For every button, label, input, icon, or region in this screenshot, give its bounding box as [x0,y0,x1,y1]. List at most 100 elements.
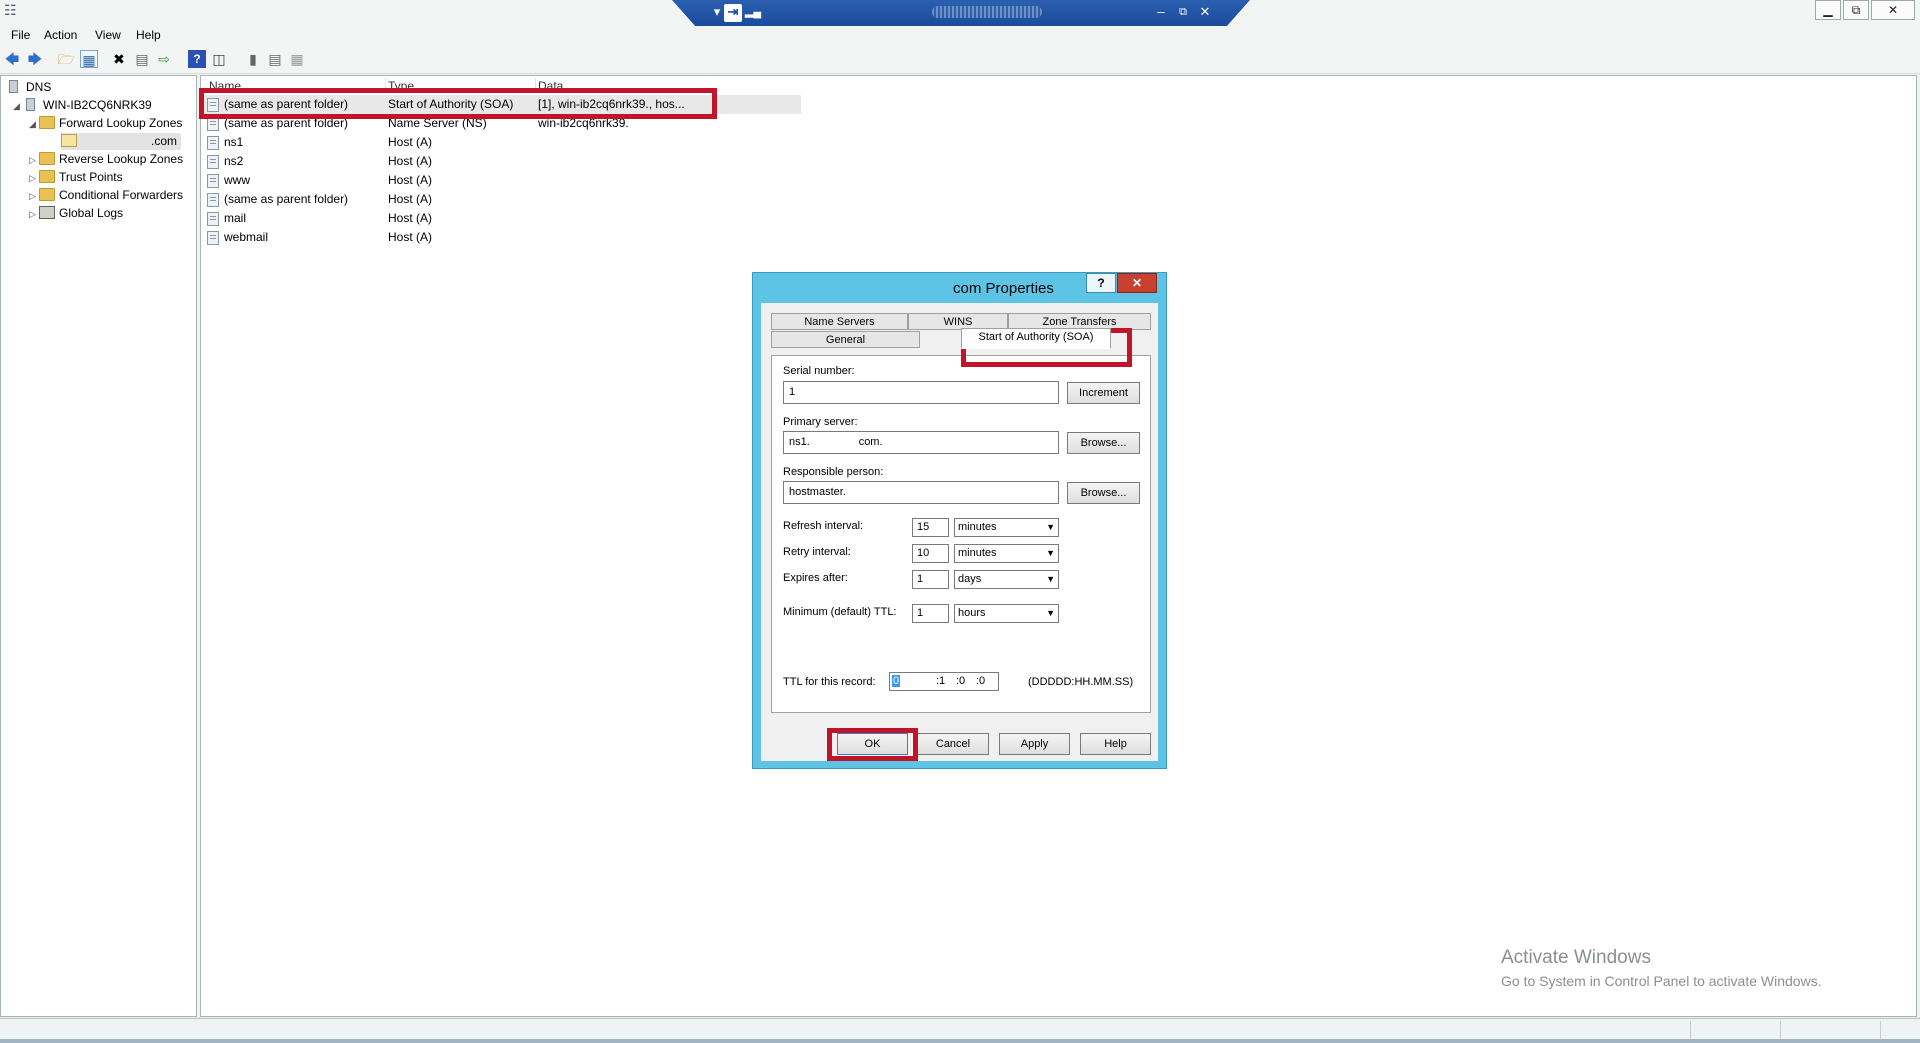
record-type: Host (A) [388,211,433,225]
retry-unit-select[interactable]: minutes ▼ [954,544,1059,563]
logs-icon [39,206,55,219]
refresh-interval-label: Refresh interval: [783,520,864,532]
menu-help[interactable]: Help [136,28,161,42]
retry-interval-label: Retry interval: [783,546,851,558]
record-row[interactable]: ns2 Host (A) [201,152,801,171]
minimum-ttl-unit-select[interactable]: hours ▼ [954,604,1059,623]
record-row[interactable]: www Host (A) [201,171,801,190]
record-row[interactable]: webmail Host (A) [201,228,801,247]
ttl-hours: :1 [936,675,946,687]
refresh-unit-select[interactable]: minutes ▼ [954,518,1059,537]
browse-primary-button[interactable]: Browse... [1067,432,1140,454]
record-row[interactable]: mail Host (A) [201,209,801,228]
rdp-restore-button[interactable]: ⧉ [1174,4,1192,22]
record-type: Host (A) [388,230,433,244]
record-icon [207,136,219,150]
properties-icon[interactable]: ▤ [133,50,151,68]
increment-button[interactable]: Increment [1067,382,1140,404]
primary-server-field[interactable]: ns1. com. [783,431,1059,454]
cancel-button[interactable]: Cancel [917,733,989,755]
status-divider [1780,1021,1781,1039]
forward-icon[interactable]: 🡆 [26,50,44,68]
folder-icon [39,188,55,201]
record-icon [207,117,219,131]
soa-tab-page: Serial number: 1 Increment Primary serve… [771,355,1151,713]
ttl-record-field[interactable]: 0 :1 :0 :0 [889,672,999,691]
expanded-arrow-icon[interactable]: ◢ [13,98,23,115]
chevron-down-icon: ▼ [1046,608,1055,618]
tab-general[interactable]: General [771,331,920,348]
window-minimize-button[interactable]: ▁ [1815,0,1841,20]
record-type: Host (A) [388,173,433,187]
tree-item-dns[interactable]: DNS [9,79,51,96]
dns-app-icon: ☷ [4,2,17,18]
responsible-person-label: Responsible person: [783,466,884,478]
menu-file[interactable]: File [11,28,30,42]
console-tree: DNS ◢ WIN-IB2CQ6NRK39 ◢ Forward Lookup Zon… [0,75,197,1017]
record-type: Host (A) [388,154,433,168]
dialog-body: Name Servers WINS Zone Transfers General… [761,303,1158,761]
back-icon[interactable]: 🡄 [3,50,21,68]
primary-server-label: Primary server: [783,416,858,428]
records-icon[interactable]: ▤ [266,50,284,68]
record-row[interactable]: (same as parent folder) Host (A) [201,190,801,209]
refresh-interval-value[interactable]: 15 [912,518,949,537]
expires-after-label: Expires after: [783,572,848,584]
retry-interval-value[interactable]: 10 [912,544,949,563]
tab-name-servers[interactable]: Name Servers [771,313,908,330]
window-restore-button[interactable]: ⧉ [1843,0,1869,20]
apply-button[interactable]: Apply [999,733,1070,755]
folder-icon [39,152,55,165]
rdp-minimize-button[interactable]: – [1152,4,1170,22]
show-hide-tree-icon[interactable]: ▦ [80,50,98,68]
ttl-format-hint: (DDDDD:HH.MM.SS) [1028,676,1134,688]
tree-label: Reverse Lookup Zones [59,152,184,166]
rdp-connection-name [932,6,1042,18]
rdp-pin-icon[interactable]: ⇥ [724,4,742,22]
window-close-button[interactable]: ✕ [1871,0,1915,20]
dialog-close-button[interactable]: ✕ [1117,273,1157,293]
tree-item-global-logs[interactable]: ▷ Global Logs [29,205,123,222]
help-icon[interactable]: ? [188,50,206,68]
record-name: www [224,173,250,187]
serial-number-field[interactable]: 1 [783,381,1059,404]
rdp-close-button[interactable]: ✕ [1196,4,1214,22]
dialog-title-bar[interactable]: com Properties ? ✕ [753,273,1166,301]
collapsed-arrow-icon[interactable]: ▷ [29,206,39,223]
export-list-icon[interactable]: ⇨ [155,50,173,68]
server-icon[interactable]: ▮ [244,50,262,68]
dialog-help-button[interactable]: ? [1086,273,1116,293]
serial-label: Serial number: [783,365,855,377]
folder-icon [39,116,55,129]
filter-icon[interactable]: ▦ [288,50,306,68]
menu-view[interactable]: View [95,28,121,42]
expanded-arrow-icon[interactable]: ◢ [29,116,39,133]
collapsed-arrow-icon[interactable]: ▷ [29,188,39,205]
tab-soa[interactable]: Start of Authority (SOA) [961,328,1111,349]
tree-item-forward-zones[interactable]: ◢ Forward Lookup Zones [29,115,182,132]
responsible-person-field[interactable]: hostmaster. [783,481,1059,504]
browse-responsible-button[interactable]: Browse... [1067,482,1140,504]
tree-item-reverse-zones[interactable]: ▷ Reverse Lookup Zones [29,151,183,168]
collapsed-arrow-icon[interactable]: ▷ [29,170,39,187]
record-row[interactable]: ns1 Host (A) [201,133,801,152]
collapsed-arrow-icon[interactable]: ▷ [29,152,39,169]
minimum-ttl-value[interactable]: 1 [912,604,949,623]
tree-item-zone[interactable]: .com [61,133,181,150]
help-button[interactable]: Help [1080,733,1151,755]
menu-action[interactable]: Action [44,28,77,42]
record-type: Host (A) [388,135,433,149]
select-value: hours [958,607,986,619]
record-icon [207,155,219,169]
mmc-console-icon[interactable]: ◫ [210,50,228,68]
tree-item-server[interactable]: ◢ WIN-IB2CQ6NRK39 [13,97,152,114]
tree-item-trust-points[interactable]: ▷ Trust Points [29,169,123,186]
highlight-soa-record [199,88,717,119]
expires-unit-select[interactable]: days ▼ [954,570,1059,589]
tree-item-conditional-forwarders[interactable]: ▷ Conditional Forwarders [29,187,183,204]
expires-after-value[interactable]: 1 [912,570,949,589]
up-folder-icon[interactable]: 🗁 [57,50,75,68]
select-value: days [958,573,982,585]
delete-icon[interactable]: ✖ [110,50,128,68]
tree-label: DNS [26,80,52,94]
